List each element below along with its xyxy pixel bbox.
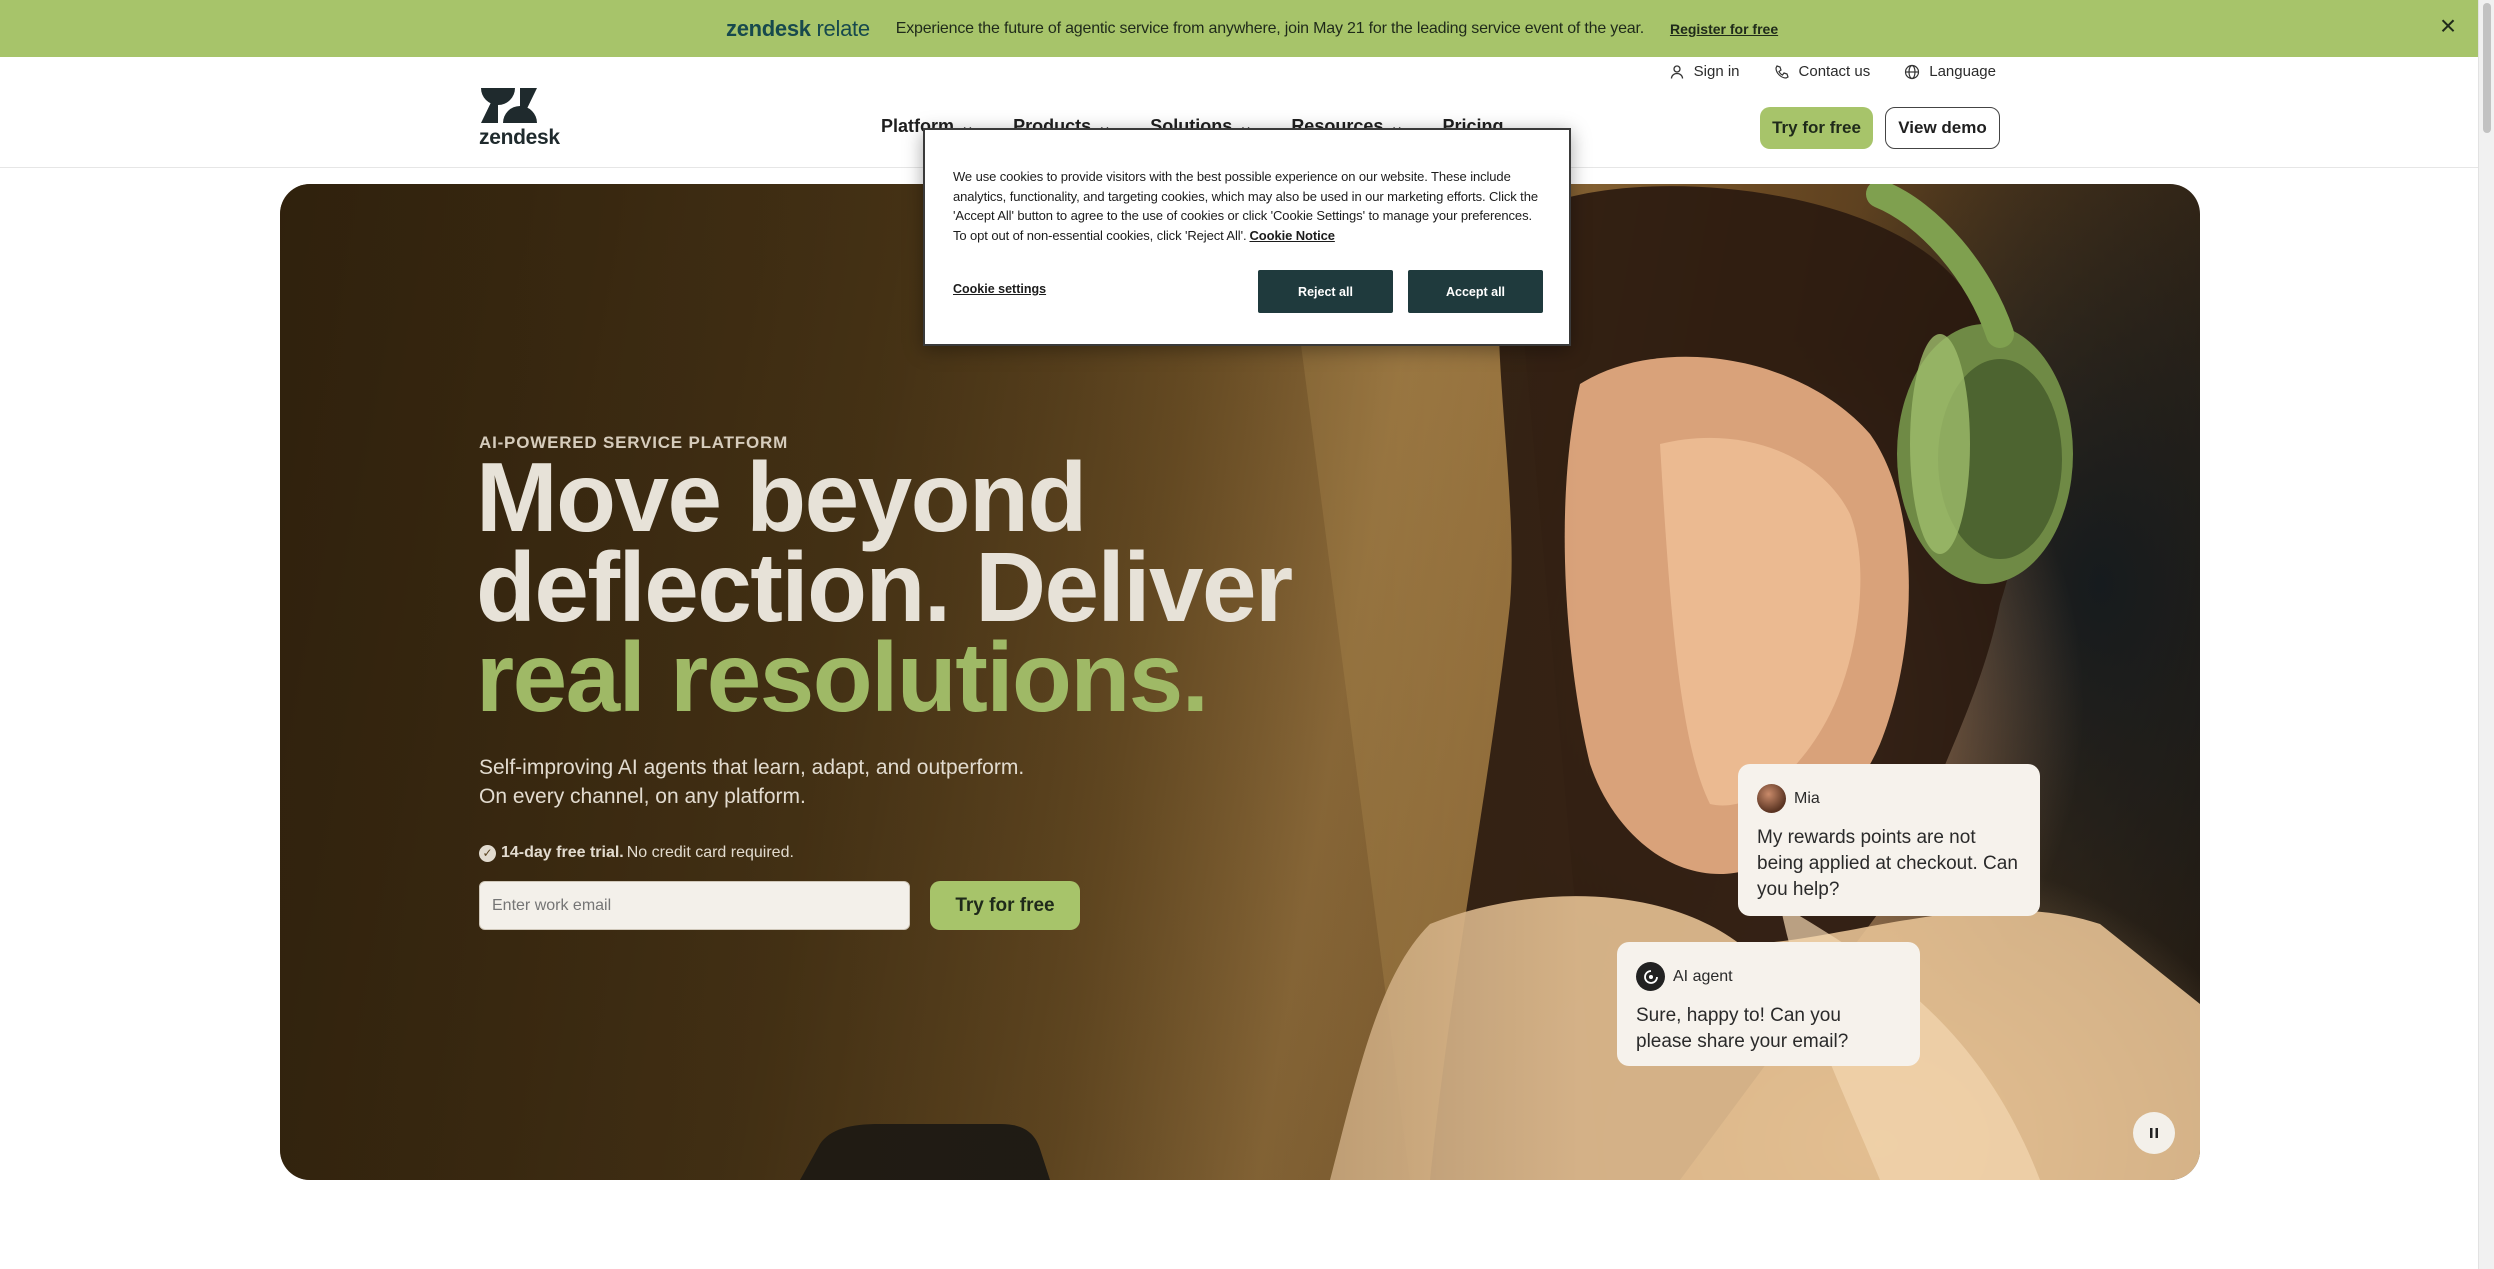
chat-message: My rewards points are not being applied …	[1757, 827, 2018, 900]
check-icon: ✓	[479, 844, 496, 862]
avatar	[1757, 784, 1786, 813]
headline-line-1: Move beyond	[476, 442, 1087, 552]
reject-all-button[interactable]: Reject all	[1258, 270, 1393, 313]
announcement-banner: zendesk relate Experience the future of …	[0, 0, 2478, 57]
cookie-text: We use cookies to provide visitors with …	[953, 169, 1538, 243]
contact-us-label: Contact us	[1798, 63, 1871, 80]
chat-sender-ai: AI agent	[1636, 962, 1901, 991]
headline-line-2: deflection. Deliver	[476, 532, 1293, 642]
brand-bold-text: zendesk	[726, 16, 811, 41]
try-for-free-hero-button[interactable]: Try for free	[930, 881, 1080, 930]
headline-accent: real resolutions.	[476, 622, 1209, 732]
language-label: Language	[1929, 63, 1996, 80]
chat-message: Sure, happy to! Can you please share you…	[1636, 1005, 1849, 1052]
trial-note: ✓ 14-day free trial. No credit card requ…	[479, 844, 794, 862]
globe-icon	[1905, 64, 1920, 79]
pause-video-button[interactable]	[2133, 1112, 2175, 1154]
sender-name: Mia	[1794, 789, 1820, 807]
sign-in-label: Sign in	[1693, 63, 1740, 80]
hero-headline: Move beyond deflection. Deliver real res…	[476, 442, 1293, 732]
cookie-description: We use cookies to provide visitors with …	[953, 167, 1545, 245]
cookie-notice-link[interactable]: Cookie Notice	[1249, 228, 1334, 243]
register-link[interactable]: Register for free	[1670, 21, 1778, 37]
phone-icon	[1774, 64, 1789, 79]
user-icon	[1670, 64, 1683, 79]
scrollbar-thumb[interactable]	[2483, 3, 2491, 133]
page-scrollbar[interactable]	[2478, 0, 2494, 1269]
try-for-free-header-button[interactable]: Try for free	[1760, 107, 1873, 149]
contact-us-link[interactable]: Contact us	[1774, 63, 1871, 80]
zendesk-relate-logo: zendesk relate	[726, 16, 870, 42]
trial-rest: No credit card required.	[626, 844, 794, 861]
trial-bold: 14-day free trial.	[501, 844, 624, 861]
view-demo-button[interactable]: View demo	[1885, 107, 2000, 149]
hero-subcopy: Self-improving AI agents that learn, ada…	[479, 753, 1099, 811]
chat-sender-mia: Mia	[1757, 784, 2021, 813]
banner-message: Experience the future of agentic service…	[895, 20, 1644, 37]
accept-all-button[interactable]: Accept all	[1408, 270, 1543, 313]
chat-bubble-customer: Mia My rewards points are not being appl…	[1738, 764, 2040, 916]
chat-bubble-ai-agent: AI agent Sure, happy to! Can you please …	[1617, 942, 1920, 1066]
cookie-consent-dialog: We use cookies to provide visitors with …	[923, 128, 1571, 346]
brand-light-text: relate	[816, 16, 871, 41]
subcopy-line-2: On every channel, on any platform.	[479, 785, 806, 808]
language-selector[interactable]: Language	[1904, 63, 1996, 80]
sender-name: AI agent	[1673, 967, 1733, 985]
ai-agent-icon	[1636, 962, 1665, 991]
pause-icon	[2150, 1128, 2158, 1138]
logo-wordmark[interactable]: zendesk	[479, 126, 560, 150]
close-icon[interactable]: ×	[2436, 12, 2460, 40]
work-email-input[interactable]	[479, 881, 910, 930]
cookie-settings-link[interactable]: Cookie settings	[953, 282, 1046, 296]
sign-in-link[interactable]: Sign in	[1669, 63, 1740, 80]
subcopy-line-1: Self-improving AI agents that learn, ada…	[479, 756, 1025, 779]
utility-nav: Sign in Contact us Language	[1669, 63, 1996, 80]
